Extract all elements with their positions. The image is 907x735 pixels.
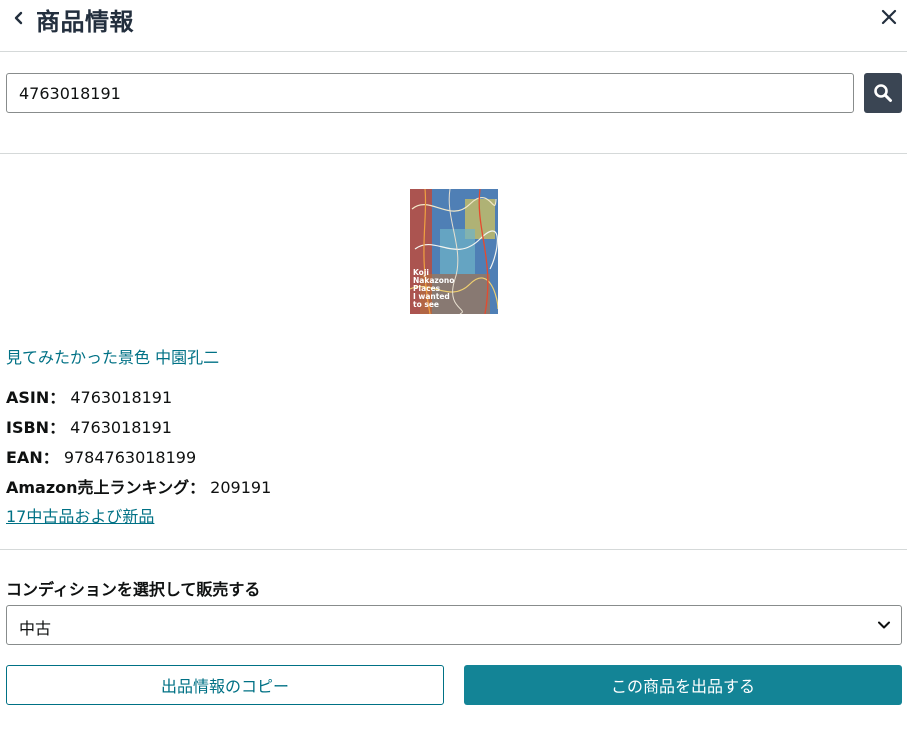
sales-rank-label: Amazon売上ランキング：: [6, 478, 206, 497]
isbn-label: ISBN：: [6, 418, 66, 437]
asin-value: 4763018191: [70, 388, 173, 407]
isbn-value: 4763018191: [70, 418, 172, 437]
sales-rank-value: 209191: [210, 478, 272, 497]
chevron-left-icon[interactable]: [8, 6, 30, 30]
asin-row: ASIN： 4763018191: [6, 384, 172, 408]
asin-label: ASIN：: [6, 388, 66, 407]
search-icon: [874, 84, 892, 102]
header-bar: 商品情報: [0, 0, 907, 52]
search-button[interactable]: [864, 73, 902, 113]
page-title: 商品情報: [36, 8, 134, 36]
product-title-link[interactable]: 見てみたかった景色 中園孔二: [6, 344, 219, 368]
divider: [0, 549, 907, 550]
condition-selected-value: 中古: [19, 619, 52, 638]
divider: [0, 153, 907, 154]
ean-value: 9784763018199: [63, 448, 197, 467]
search-input[interactable]: [6, 73, 854, 113]
condition-select[interactable]: 中古: [6, 605, 902, 645]
product-cover-image: Koji Nakazono Places I wanted to see: [410, 189, 498, 314]
ean-label: EAN：: [6, 448, 59, 467]
isbn-row: ISBN： 4763018191: [6, 414, 172, 438]
condition-label: コンディションを選択して販売する: [6, 580, 261, 599]
close-icon[interactable]: [878, 6, 900, 28]
sales-rank-row: Amazon売上ランキング： 209191: [6, 474, 271, 498]
ean-row: EAN： 9784763018199: [6, 444, 196, 468]
list-product-button[interactable]: この商品を出品する: [464, 665, 902, 705]
cover-title-text: Koji Nakazono Places I wanted to see: [413, 268, 455, 309]
chevron-down-icon: [878, 621, 890, 629]
offers-link[interactable]: 17中古品および新品: [6, 503, 154, 527]
copy-listing-button[interactable]: 出品情報のコピー: [6, 665, 444, 705]
